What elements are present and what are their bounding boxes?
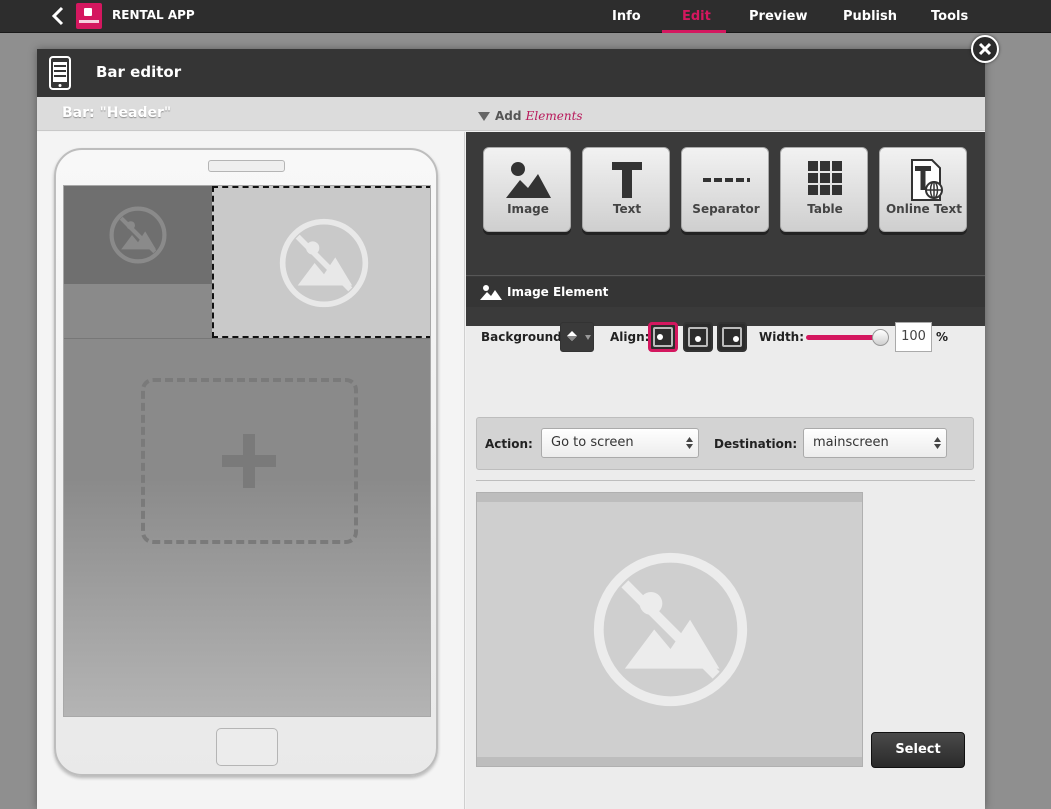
- header-right-cell-selected[interactable]: [212, 186, 430, 338]
- image-preview: [476, 492, 863, 767]
- mobile-phone-icon: [49, 56, 71, 90]
- background-label: Background:: [481, 330, 567, 344]
- phone-home-button: [216, 728, 278, 766]
- align-right-button[interactable]: [717, 322, 747, 352]
- action-select-value: Go to screen: [551, 435, 634, 450]
- width-label: Width:: [759, 330, 805, 344]
- online-text-tool-button[interactable]: Online Text: [879, 147, 967, 232]
- tab-info[interactable]: Info: [612, 9, 641, 24]
- destination-select-value: mainscreen: [813, 435, 889, 450]
- background-color-picker[interactable]: [560, 322, 594, 352]
- width-unit: %: [936, 330, 949, 344]
- triangle-down-icon: [478, 112, 490, 121]
- align-center-button[interactable]: [683, 322, 713, 352]
- element-header: Image Element: [466, 277, 985, 307]
- app-name: RENTAL APP: [112, 8, 195, 22]
- dialog-header: Bar editor: [37, 49, 985, 97]
- tab-publish[interactable]: Publish: [843, 9, 897, 24]
- app-logo: [76, 3, 102, 29]
- no-image-icon: [593, 552, 748, 707]
- element-header-title: Image Element: [507, 285, 609, 299]
- tool-label: Image: [507, 202, 549, 216]
- destination-label: Destination:: [714, 437, 798, 451]
- tool-label: Separator: [692, 202, 760, 216]
- width-input[interactable]: 100: [895, 322, 932, 352]
- close-dialog-button[interactable]: [971, 35, 999, 63]
- back-arrow-icon[interactable]: [48, 5, 68, 27]
- action-select[interactable]: Go to screen: [541, 428, 699, 458]
- bar-name-label: Bar: "Header": [62, 105, 172, 121]
- active-tab-indicator: [662, 30, 726, 33]
- phone-speaker: [208, 160, 285, 172]
- action-label: Action:: [485, 437, 533, 451]
- table-tool-button[interactable]: Table: [780, 147, 868, 232]
- destination-select[interactable]: mainscreen: [803, 428, 947, 458]
- align-left-button[interactable]: [648, 322, 678, 352]
- element-style-row: Background: Align: Width: 100 %: [466, 308, 985, 368]
- add-content-zone[interactable]: [141, 378, 358, 544]
- header-left-cell[interactable]: [64, 186, 212, 338]
- image-icon: [506, 162, 551, 198]
- online-text-icon: [911, 159, 943, 201]
- bar-editor-dialog: Bar editor Bar: "Header" Add Elements Im…: [37, 49, 985, 809]
- top-bar: RENTAL APP Info Edit Preview Publish Too…: [0, 0, 1051, 33]
- align-label: Align:: [610, 330, 650, 344]
- select-spinner-icon: [934, 437, 941, 449]
- width-slider-handle[interactable]: [872, 329, 889, 346]
- close-icon: [978, 42, 992, 56]
- phone-screen: [63, 185, 431, 717]
- add-elements-text: Elements: [525, 109, 583, 123]
- table-icon: [808, 161, 842, 195]
- dropdown-arrow-icon: [585, 335, 591, 340]
- tool-label: Table: [807, 202, 843, 216]
- paint-bucket-icon: [567, 331, 577, 341]
- dialog-subheader: Bar: "Header" Add Elements: [37, 97, 985, 131]
- separator-icon: [703, 178, 750, 182]
- action-row: Action: Go to screen Destination: mainsc…: [476, 417, 974, 470]
- tool-label: Text: [612, 202, 642, 216]
- tab-edit[interactable]: Edit: [682, 9, 711, 24]
- separator-tool-button[interactable]: Separator: [681, 147, 769, 232]
- tab-preview[interactable]: Preview: [749, 9, 808, 24]
- tab-tools[interactable]: Tools: [931, 9, 968, 24]
- image-tool-button[interactable]: Image: [483, 147, 571, 232]
- element-properties-panel: Image Text Separator Table Online Text I…: [466, 132, 985, 809]
- phone-frame: [54, 148, 438, 776]
- select-spinner-icon: [686, 437, 693, 449]
- no-image-icon: [109, 206, 167, 264]
- add-elements-toggle[interactable]: Add Elements: [478, 109, 583, 123]
- tool-label: Online Text: [885, 202, 963, 216]
- text-icon: [612, 162, 642, 198]
- image-icon: [480, 285, 502, 300]
- no-image-icon: [279, 218, 369, 308]
- dialog-title: Bar editor: [96, 63, 182, 81]
- add-prefix-text: Add: [495, 109, 522, 123]
- select-image-button[interactable]: Select: [871, 732, 965, 768]
- text-tool-button[interactable]: Text: [582, 147, 670, 232]
- phone-preview-panel: [37, 132, 465, 809]
